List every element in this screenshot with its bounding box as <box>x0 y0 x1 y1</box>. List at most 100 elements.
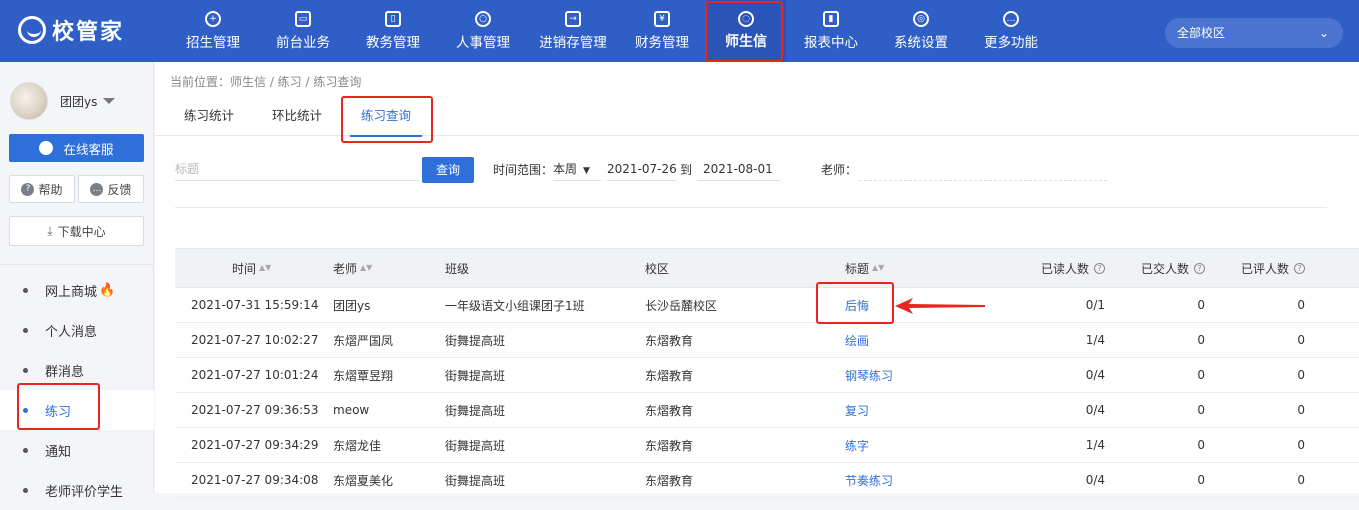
cell-teacher: meow <box>333 403 370 417</box>
sidebar-item-personal-messages[interactable]: 个人消息 <box>0 310 154 350</box>
cell-class: 街舞提高班 <box>445 368 506 383</box>
nav-item-settings[interactable]: ◎ 系统设置 <box>876 0 966 62</box>
help-button[interactable]: ? 帮助 <box>9 175 75 203</box>
cell-read: 0/4 <box>1085 368 1105 382</box>
online-service-button[interactable]: 在线客服 <box>9 134 144 162</box>
time-range-select[interactable]: 本周 ▼ <box>553 157 601 181</box>
nav-item-academic[interactable]: ▯ 教务管理 <box>348 0 438 62</box>
nav-item-enrollment[interactable]: + 招生管理 <box>168 0 258 62</box>
date-start-input[interactable]: 2021-07-26 <box>607 157 677 181</box>
cell-evaluated: 0 <box>1297 473 1305 487</box>
user-menu[interactable]: 团团ys <box>10 82 116 120</box>
cell-title-link[interactable]: 钢琴练习 <box>845 358 965 392</box>
feedback-label: 反馈 <box>107 182 132 197</box>
sidebar-item-shop[interactable]: 网上商城 🔥 <box>0 270 154 310</box>
cell-title-link[interactable]: 绘画 <box>845 323 965 357</box>
cell-submitted: 0 <box>1197 403 1205 417</box>
feedback-icon: … <box>90 182 104 196</box>
fire-icon: 🔥 <box>99 282 116 298</box>
bullet-icon <box>23 287 28 293</box>
cell-campus: 东熠教育 <box>645 473 694 488</box>
cell-title-link[interactable]: 节奏练习 <box>845 463 965 497</box>
cell-evaluated: 0 <box>1297 368 1305 382</box>
sort-icon: ▲▼ <box>872 263 885 272</box>
table-row: 2021-07-27 10:01:24 东熠覃昱翔 街舞提高班 东熠教育 钢琴练… <box>175 358 1359 393</box>
sort-icon: ▲▼ <box>360 263 373 272</box>
col-teacher-label: 老师 <box>333 261 358 276</box>
nav-item-hr[interactable]: ○ 人事管理 <box>438 0 528 62</box>
sidebar-item-practice[interactable]: 练习 <box>0 390 154 430</box>
cell-read: 1/4 <box>1085 438 1105 452</box>
cell-evaluated: 0 <box>1297 438 1305 452</box>
cell-submitted: 0 <box>1197 438 1205 452</box>
logo-icon <box>18 16 46 44</box>
help-circle-icon[interactable]: ? <box>1094 262 1105 274</box>
cell-title-link[interactable]: 练字 <box>845 428 965 462</box>
sidebar-item-group-messages[interactable]: 群消息 <box>0 350 154 390</box>
nav-label: 人事管理 <box>456 35 510 51</box>
sidebar-item-label: 练习 <box>45 404 72 420</box>
cell-teacher: 东熠夏美化 <box>333 473 394 488</box>
nav-item-inventory[interactable]: → 进销存管理 <box>528 0 618 62</box>
caret-down-icon: ▼ <box>583 166 590 176</box>
logo-text: 校管家 <box>52 20 125 45</box>
col-read-label: 已读人数 <box>1040 261 1089 276</box>
chart-icon: ▮ <box>823 11 839 27</box>
download-center-label: 下载中心 <box>57 224 106 239</box>
feedback-button[interactable]: … 反馈 <box>78 175 144 203</box>
cell-teacher: 东熠严国凤 <box>333 333 394 348</box>
cell-time: 2021-07-27 09:34:08 <box>191 473 319 487</box>
col-teacher-header[interactable]: 老师 ▲▼ <box>325 249 445 287</box>
sidebar-divider <box>0 264 154 265</box>
teacher-input[interactable] <box>859 157 1107 181</box>
nav-item-finance[interactable]: ¥ 财务管理 <box>618 0 706 62</box>
cell-class: 一年级语文小组课团子1班 <box>445 298 585 313</box>
cell-evaluated: 0 <box>1297 403 1305 417</box>
col-time-label: 时间 <box>232 261 257 276</box>
help-circle-icon[interactable]: ? <box>1194 262 1205 274</box>
col-campus-header: 校区 <box>645 261 670 276</box>
title-search-input[interactable]: 标题 <box>175 157 419 181</box>
nav-label: 前台业务 <box>276 35 330 51</box>
tab-practice-stats[interactable]: 练习统计 <box>184 96 234 136</box>
app-logo[interactable]: 校管家 <box>18 14 124 46</box>
cell-submitted: 0 <box>1197 368 1205 382</box>
cell-class: 街舞提高班 <box>445 473 506 488</box>
table-row: 2021-07-27 09:34:29 东熠龙佳 街舞提高班 东熠教育 练字 1… <box>175 428 1359 463</box>
help-circle-icon[interactable]: ? <box>1294 262 1305 274</box>
tab-practice-query[interactable]: 练习查询 <box>350 96 422 137</box>
campus-select[interactable]: 全部校区 ⌄ <box>1165 18 1343 48</box>
col-title-header[interactable]: 标题 ▲▼ <box>845 249 965 287</box>
cell-campus: 东熠教育 <box>645 333 694 348</box>
bullet-icon <box>23 407 28 413</box>
nav-item-front-desk[interactable]: ▭ 前台业务 <box>258 0 348 62</box>
sidebar-item-notice[interactable]: 通知 <box>0 430 154 470</box>
chat-bubble-icon <box>39 141 54 155</box>
book-icon: ▯ <box>385 11 401 27</box>
tab-ratio-stats[interactable]: 环比统计 <box>272 96 322 136</box>
cell-title-link[interactable]: 复习 <box>845 393 965 427</box>
cell-read: 1/4 <box>1085 333 1105 347</box>
settings-icon: ◎ <box>913 11 929 27</box>
top-bar: 校管家 + 招生管理 ▭ 前台业务 ▯ 教务管理 ○ 人事管理 → 进销存管理 … <box>0 0 1359 62</box>
col-time-header[interactable]: 时间 ▲▼ <box>175 249 325 287</box>
tab-bar: 练习统计 环比统计 练习查询 <box>155 96 1359 137</box>
cell-teacher: 团团ys <box>333 298 371 313</box>
cell-time: 2021-07-31 15:59:14 <box>191 298 319 312</box>
nav-item-reports[interactable]: ▮ 报表中心 <box>786 0 876 62</box>
col-evaluated-header: 已评人数? <box>1205 249 1305 287</box>
nav-label: 进销存管理 <box>539 35 607 51</box>
sidebar-item-teacher-evaluation[interactable]: 老师评价学生 <box>0 470 154 510</box>
nav-item-teacher-student[interactable]: ◌ 师生信 <box>706 0 786 62</box>
main-panel: 当前位置：师生信 / 练习 / 练习查询 练习统计 环比统计 练习查询 标题 查… <box>155 62 1359 498</box>
cell-campus: 长沙岳麓校区 <box>645 298 718 313</box>
teacher-label: 老师： <box>821 163 858 177</box>
query-button[interactable]: 查询 <box>422 157 474 183</box>
cell-time: 2021-07-27 10:01:24 <box>191 368 319 382</box>
nav-item-more[interactable]: … 更多功能 <box>966 0 1056 62</box>
time-range-label: 时间范围： <box>493 163 554 177</box>
col-evaluated-label: 已评人数 <box>1240 261 1289 276</box>
yuan-icon: ¥ <box>654 11 670 27</box>
download-center-button[interactable]: ⤓ 下载中心 <box>9 216 144 246</box>
date-end-input[interactable]: 2021-08-01 <box>697 157 781 181</box>
